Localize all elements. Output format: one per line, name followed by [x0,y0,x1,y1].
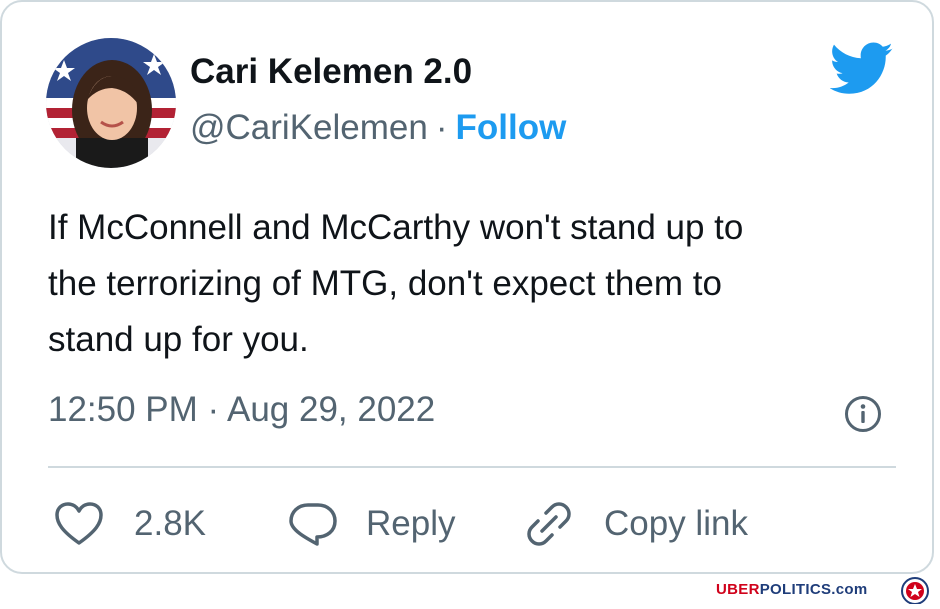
avatar-image [46,38,176,168]
heart-icon [54,501,104,547]
like-count: 2.8K [134,504,206,543]
avatar[interactable] [46,38,176,168]
divider [48,466,896,468]
link-icon [524,499,574,549]
handle-row: @CariKelemen · Follow [190,108,566,148]
speech-bubble-icon [288,501,338,547]
like-button[interactable]: 2.8K [54,499,206,549]
tweet-text: If McConnell and McCarthy won't stand up… [48,200,898,368]
separator-dot: · [435,108,448,147]
reply-label: Reply [366,504,456,543]
tweet-text-line: stand up for you. [48,320,309,359]
tweet-card: Cari Kelemen 2.0 @CariKelemen · Follow If … [0,0,934,574]
follow-button[interactable]: Follow [456,108,567,147]
watermark-part: UBER [716,581,760,598]
author-name[interactable]: Cari Kelemen 2.0 [190,52,472,92]
watermark-part: POLITICS [759,581,832,598]
info-icon[interactable] [844,395,882,433]
watermark-logo-icon [896,575,934,605]
author-handle[interactable]: @CariKelemen [190,108,428,147]
twitter-bird-icon[interactable] [829,42,894,98]
watermark-part: .com [831,581,868,598]
tweet-text-line: If McConnell and McCarthy won't stand up… [48,208,744,247]
reply-button[interactable]: Reply [288,499,455,549]
watermark: UBERPOLITICS.com [716,581,868,598]
tweet-timestamp[interactable]: 12:50 PM · Aug 29, 2022 [48,390,435,430]
tweet-text-line: the terrorizing of MTG, don't expect the… [48,264,722,303]
copy-link-label: Copy link [604,504,748,543]
copy-link-button[interactable]: Copy link [524,499,748,549]
